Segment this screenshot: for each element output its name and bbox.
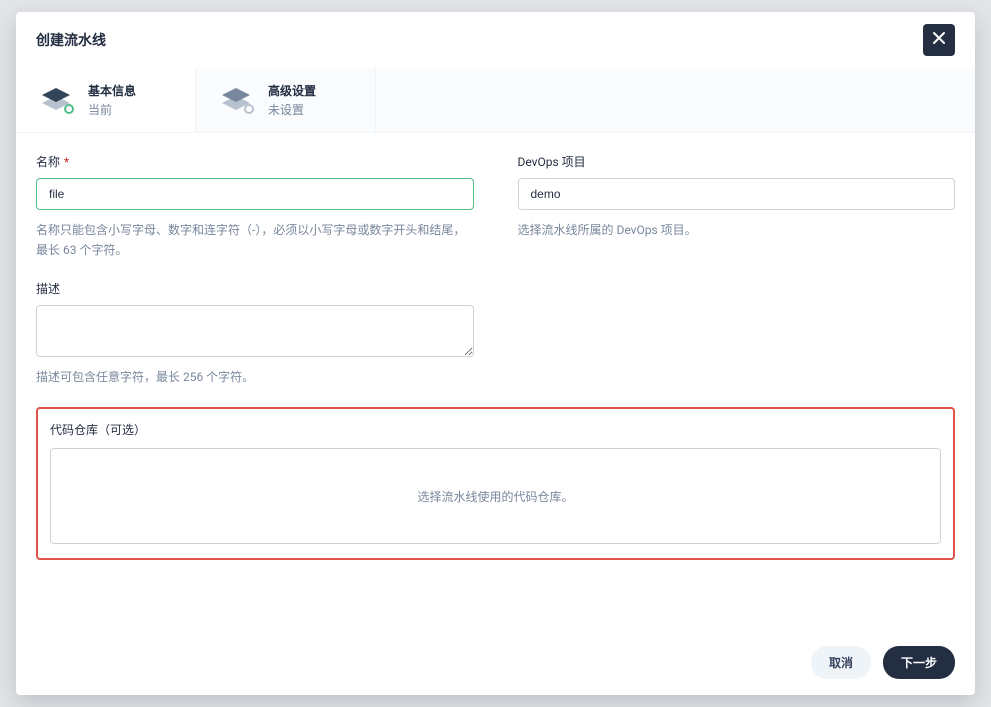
tab-basic-info[interactable]: 基本信息 当前 — [16, 68, 196, 132]
modal-footer: 取消 下一步 — [16, 630, 975, 695]
tab-basic-subtitle: 当前 — [88, 101, 136, 118]
form-group-name: 名称 * 名称只能包含小写字母、数字和连字符（-），必须以小写字母或数字开头和结尾… — [36, 153, 474, 260]
layers-icon — [216, 82, 256, 118]
next-button[interactable]: 下一步 — [883, 646, 955, 679]
tab-basic-labels: 基本信息 当前 — [88, 82, 136, 118]
form-group-project: DevOps 项目 选择流水线所属的 DevOps 项目。 — [518, 153, 956, 260]
repo-select-area[interactable]: 选择流水线使用的代码仓库。 — [50, 448, 941, 544]
tab-basic-title: 基本信息 — [88, 82, 136, 99]
tab-advanced-title: 高级设置 — [268, 82, 316, 99]
form-row-description: 描述 描述可包含任意字符，最长 256 个字符。 — [36, 280, 955, 387]
modal-body: 名称 * 名称只能包含小写字母、数字和连字符（-），必须以小写字母或数字开头和结尾… — [16, 133, 975, 630]
description-label: 描述 — [36, 280, 474, 297]
project-hint: 选择流水线所属的 DevOps 项目。 — [518, 220, 956, 240]
status-dot-current-icon — [64, 104, 74, 114]
close-icon — [931, 30, 947, 50]
project-label: DevOps 项目 — [518, 153, 956, 170]
name-label-text: 名称 — [36, 155, 60, 169]
description-textarea[interactable] — [36, 305, 474, 357]
form-row-name-project: 名称 * 名称只能包含小写字母、数字和连字符（-），必须以小写字母或数字开头和结尾… — [36, 153, 955, 260]
code-repo-section: 代码仓库（可选） 选择流水线使用的代码仓库。 — [36, 407, 955, 560]
step-tabs: 基本信息 当前 高级设置 未设置 — [16, 68, 975, 133]
repo-label: 代码仓库（可选） — [50, 421, 941, 438]
description-hint: 描述可包含任意字符，最长 256 个字符。 — [36, 367, 474, 387]
project-select[interactable] — [518, 178, 956, 210]
cancel-button[interactable]: 取消 — [811, 646, 871, 679]
repo-placeholder-text: 选择流水线使用的代码仓库。 — [417, 488, 573, 505]
name-hint: 名称只能包含小写字母、数字和连字符（-），必须以小写字母或数字开头和结尾，最长 … — [36, 220, 474, 260]
create-pipeline-modal: 创建流水线 基本信息 当前 — [16, 12, 975, 695]
tab-advanced-subtitle: 未设置 — [268, 101, 316, 118]
tab-advanced-settings[interactable]: 高级设置 未设置 — [196, 68, 376, 132]
layers-icon — [36, 82, 76, 118]
status-dot-unset-icon — [244, 104, 254, 114]
form-group-description: 描述 描述可包含任意字符，最长 256 个字符。 — [36, 280, 474, 387]
modal-header: 创建流水线 — [16, 12, 975, 68]
close-button[interactable] — [923, 24, 955, 56]
name-input[interactable] — [36, 178, 474, 210]
tab-advanced-labels: 高级设置 未设置 — [268, 82, 316, 118]
name-label: 名称 * — [36, 153, 474, 170]
required-mark: * — [64, 155, 69, 169]
modal-title: 创建流水线 — [36, 30, 106, 50]
